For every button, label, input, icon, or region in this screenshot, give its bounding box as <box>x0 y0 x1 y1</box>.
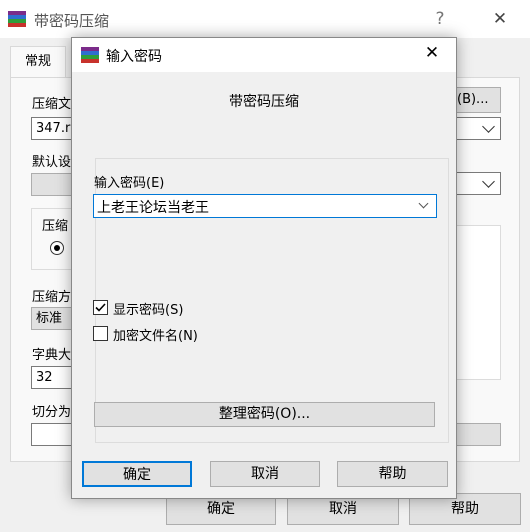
chevron-down-icon <box>482 175 495 188</box>
password-label: 输入密码(E) <box>94 176 165 191</box>
show-password-checkbox[interactable]: 显示密码(S) <box>93 299 293 318</box>
dialog-close-icon[interactable]: ✕ <box>417 43 447 63</box>
default-profile-label: 默认设 <box>32 155 72 170</box>
chevron-down-icon[interactable] <box>418 198 429 209</box>
dialog-header: 带密码压缩 <box>229 94 299 110</box>
update-mode-select[interactable] <box>450 172 501 195</box>
main-window-title: 带密码压缩 <box>34 12 110 30</box>
help-icon[interactable]: ? <box>425 0 455 38</box>
dictionary-value: 32 <box>36 370 53 385</box>
dialog-cancel-button[interactable]: 取消 <box>210 461 320 487</box>
parameters-button[interactable] <box>450 423 501 446</box>
chevron-down-icon <box>482 120 495 133</box>
main-close-icon[interactable]: ✕ <box>485 0 515 38</box>
main-window-titlebar: 带密码压缩 ? ✕ <box>0 0 530 38</box>
checkbox-checked-icon <box>93 300 108 315</box>
encrypt-filenames-label: 加密文件名(N) <box>113 329 198 344</box>
dictionary-label: 字典大 <box>32 348 72 363</box>
format-radio[interactable] <box>50 241 64 255</box>
archive-name-dropdown[interactable] <box>450 117 501 140</box>
winrar-app-icon <box>81 47 99 63</box>
method-label: 压缩方 <box>32 290 72 305</box>
password-input[interactable]: 上老王论坛当老王 <box>93 194 437 218</box>
format-label: 压缩 <box>42 219 69 234</box>
split-label: 切分为 <box>32 405 72 420</box>
browse-button[interactable]: (B)... <box>450 87 501 113</box>
method-value: 标准 <box>36 311 63 326</box>
dialog-ok-button[interactable]: 确定 <box>82 461 192 487</box>
encrypt-filenames-checkbox[interactable]: 加密文件名(N) <box>93 325 293 344</box>
password-value: 上老王论坛当老王 <box>97 200 209 216</box>
organize-passwords-button[interactable]: 整理密码(O)... <box>94 402 435 427</box>
checkbox-unchecked-icon <box>93 326 108 341</box>
show-password-label: 显示密码(S) <box>113 303 184 318</box>
dialog-titlebar: 输入密码 ✕ <box>72 38 456 72</box>
dialog-help-button[interactable]: 帮助 <box>337 461 448 487</box>
password-dialog: 输入密码 ✕ 带密码压缩 输入密码(E) 上老王论坛当老王 显示密码(S) 加密… <box>71 37 457 499</box>
winrar-app-icon <box>8 11 26 27</box>
options-list[interactable] <box>450 225 501 380</box>
tab-general[interactable]: 常规 <box>10 46 66 78</box>
archive-name-label: 压缩文 <box>32 97 72 112</box>
dialog-title: 输入密码 <box>106 49 162 65</box>
